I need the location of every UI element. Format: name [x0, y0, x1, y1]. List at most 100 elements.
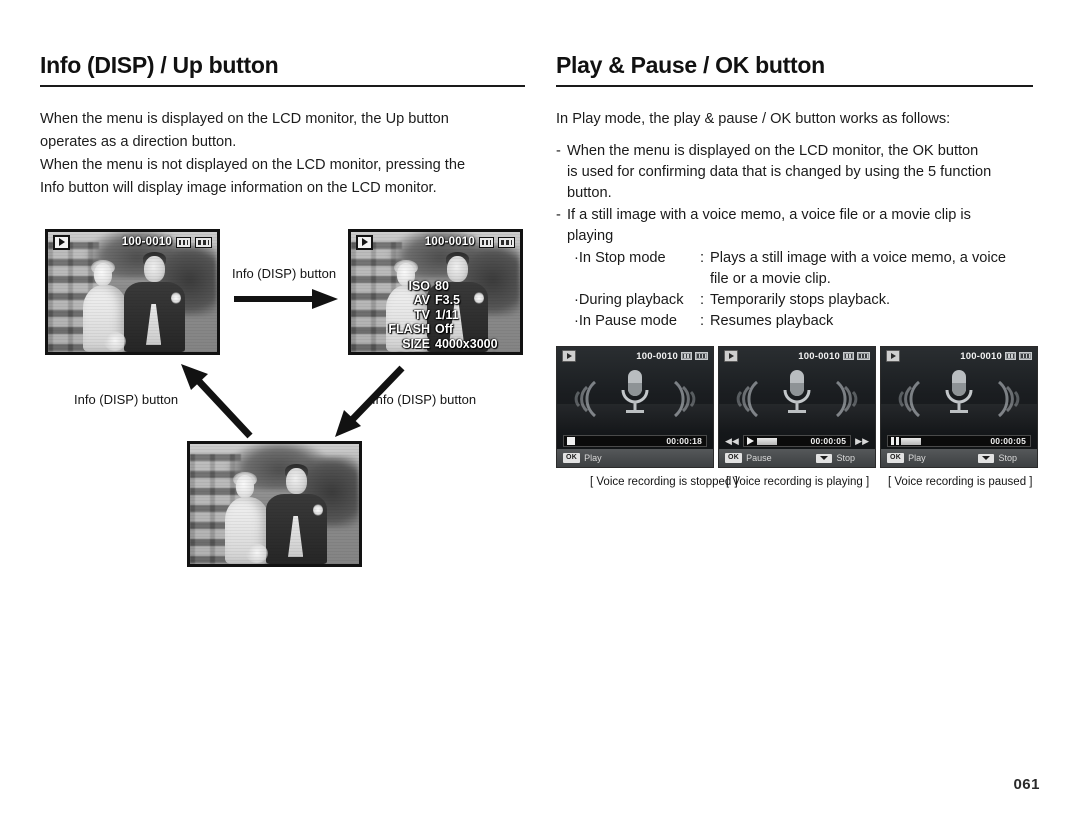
file-number: 100-0010: [424, 236, 475, 248]
page-number: 061: [1013, 776, 1040, 793]
key-hint-label: Pause: [746, 453, 772, 463]
left-column: Info (DISP) / Up button When the menu is…: [40, 52, 525, 211]
play-badge-icon: [724, 350, 738, 362]
file-number: 100-0010: [798, 350, 840, 362]
microphone-graphic: [719, 365, 875, 433]
left-body-text: When the menu is displayed on the LCD mo…: [40, 109, 525, 199]
info-key: ISO: [408, 278, 430, 293]
info-key: FLASH: [388, 322, 430, 337]
mode-colon: :: [700, 313, 705, 329]
key-hint-ok[interactable]: OK Pause: [725, 453, 772, 463]
caption-playing: [ Voice recording is playing ]: [726, 476, 870, 488]
info-value: 80: [435, 278, 449, 293]
voice-progress-row: 00:00:18: [557, 433, 713, 449]
right-column: Play & Pause / OK button In Play mode, t…: [556, 52, 1041, 332]
right-section-title: Play & Pause / OK button: [556, 52, 825, 78]
info-key: AV: [413, 293, 430, 308]
file-number: 100-0010: [121, 236, 172, 248]
key-hint-label: Play: [584, 453, 602, 463]
battery-icon: [498, 236, 515, 248]
down-key-icon: [978, 453, 995, 463]
battery-icon: [195, 236, 212, 248]
key-hint-label: Stop: [836, 453, 855, 463]
ok-key-icon: OK: [563, 453, 581, 463]
memory-card-icon: [479, 236, 494, 248]
arrow-label-left-up: Info (DISP) button: [74, 392, 179, 407]
down-key-icon: [816, 453, 833, 463]
key-hint-down[interactable]: Stop: [816, 453, 855, 463]
pause-bars-icon: [890, 437, 899, 445]
mode-value: Plays a still image with a voice memo, a…: [710, 250, 1007, 266]
progress-bar[interactable]: 00:00:05: [742, 435, 852, 447]
progress-bar[interactable]: 00:00:18: [563, 435, 707, 447]
info-value: 4000x3000: [435, 336, 498, 351]
info-row: ISO 80: [388, 279, 513, 294]
left-section-title: Info (DISP) / Up button: [40, 52, 279, 78]
manual-page: Info (DISP) / Up button When the menu is…: [0, 0, 1080, 815]
bullet-item: - If a still image with a voice memo, a …: [556, 205, 1041, 247]
bullet-dash: -: [556, 207, 561, 223]
bullet-item: - When the menu is displayed on the LCD …: [556, 141, 1041, 204]
mode-list: ·In Stop mode : Plays a still image with…: [574, 248, 1041, 332]
info-value: F3.5: [435, 293, 461, 308]
mode-row: ·In Pause mode : Resumes playback: [574, 311, 1041, 332]
key-hint-label: Stop: [998, 453, 1017, 463]
arrow-label-right: Info (DISP) button: [232, 266, 337, 281]
microphone-graphic: [557, 365, 713, 433]
key-hint-ok[interactable]: OK Play: [563, 453, 602, 463]
mode-value: Resumes playback: [710, 313, 834, 329]
right-intro-text: In Play mode, the play & pause / OK butt…: [556, 111, 951, 127]
info-row: SIZE 4000x3000: [388, 337, 513, 352]
mode-row: ·During playback : Temporarily stops pla…: [574, 290, 1041, 311]
voice-progress-row: ◀◀ 00:00:05 ▶▶: [719, 433, 875, 449]
file-number: 100-0010: [636, 350, 678, 362]
fast-forward-icon[interactable]: ▶▶: [855, 436, 869, 446]
lcd-status-bar: 100-0010: [351, 232, 520, 252]
stop-square-icon: [566, 437, 575, 445]
voice-key-guide: OK Play Stop: [881, 449, 1037, 467]
info-key: SIZE: [402, 336, 430, 351]
key-hint-down[interactable]: Stop: [978, 453, 1017, 463]
mode-colon: :: [700, 250, 705, 266]
play-badge-icon: [886, 350, 900, 362]
bullet-text: If a still image with a voice memo, a vo…: [567, 207, 971, 244]
play-badge-icon: [356, 234, 373, 250]
progress-fill: [901, 437, 921, 445]
voice-status-bar: 100-0010: [881, 347, 1037, 365]
microphone-graphic: [881, 365, 1037, 433]
key-hint-label: Play: [908, 453, 926, 463]
elapsed-time: 00:00:18: [666, 436, 702, 446]
mode-label: ·In Stop mode: [574, 250, 666, 266]
progress-bar[interactable]: 00:00:05: [887, 435, 1031, 447]
lcd-status-bar: 100-0010: [48, 232, 217, 252]
key-hint-ok[interactable]: OK Play: [887, 453, 926, 463]
image-info-overlay: ISO 80 AV F3.5 TV 1/11 FLASH Off SIZE 40…: [388, 279, 513, 352]
mode-colon: :: [700, 292, 705, 308]
lcd-screen-no-osd: [187, 441, 362, 567]
mode-continuation: file or a movie clip.: [710, 271, 831, 287]
wedding-photo: [190, 444, 359, 564]
rewind-icon[interactable]: ◀◀: [725, 436, 739, 446]
bullet-text: When the menu is displayed on the LCD mo…: [567, 143, 992, 201]
bullet-dash: -: [556, 143, 561, 159]
arrow-right-icon: [234, 289, 338, 309]
memory-card-icon: [1005, 352, 1016, 360]
info-key: DATE: [397, 351, 435, 352]
info-row: DATE 2010.01.01: [388, 351, 513, 352]
mode-value: Temporarily stops playback.: [710, 292, 891, 308]
progress-fill: [756, 437, 777, 445]
memory-card-icon: [681, 352, 692, 360]
left-title-rule: [40, 85, 525, 87]
voice-screen-paused: 100-0010 00:00:05 OK Play Stop: [880, 346, 1038, 468]
voice-status-bar: 100-0010: [719, 347, 875, 365]
memory-card-icon: [176, 236, 191, 248]
mode-row: ·In Stop mode : Plays a still image with…: [574, 248, 1041, 269]
voice-key-guide: OK Play: [557, 449, 713, 467]
voice-progress-row: 00:00:05: [881, 433, 1037, 449]
mode-label: ·During playback: [574, 292, 684, 308]
mode-label: ·In Pause mode: [574, 313, 678, 329]
battery-icon: [857, 352, 870, 360]
info-value: 2010.01.01: [435, 351, 513, 352]
right-title-rule: [556, 85, 1033, 87]
voice-key-guide: OK Pause Stop: [719, 449, 875, 467]
